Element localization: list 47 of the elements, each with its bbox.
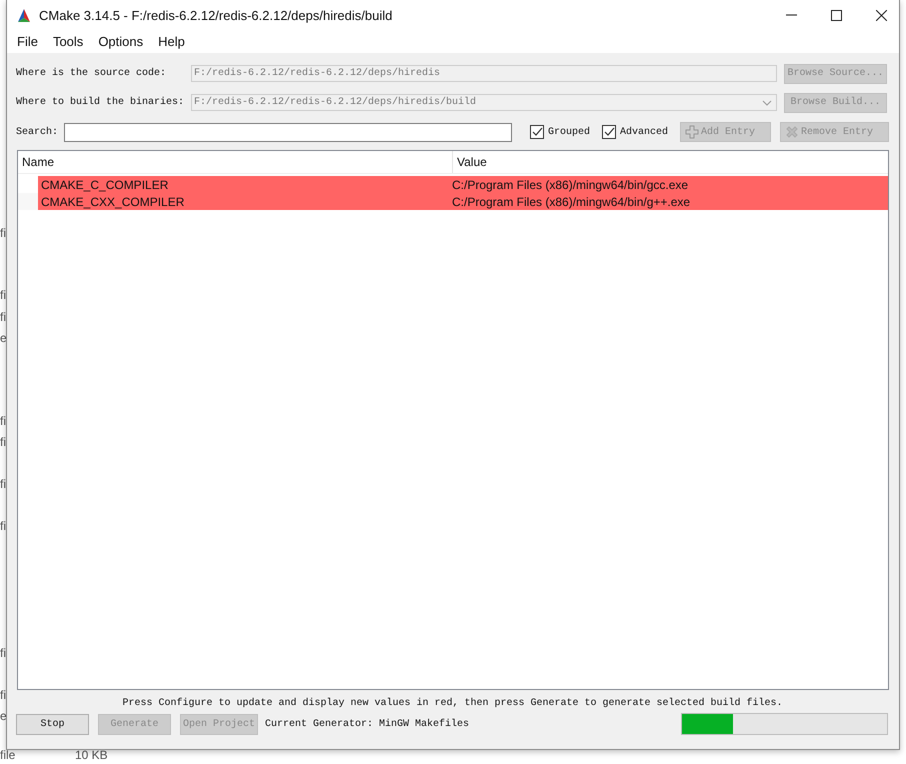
table-cell: C:/Program Files (x86)/mingw64/bin/g++.exe xyxy=(452,194,690,208)
table-row[interactable]: CMAKE_CXX_COMPILER C:/Program Files (x86)/mingw64/bin/g++.exe xyxy=(38,193,888,210)
table-cell-text: CMAKE_CXX_COMPILER xyxy=(40,194,186,208)
file-label-fragment: e xyxy=(0,331,7,345)
file-label-fragment: fi xyxy=(0,646,6,660)
checkbox[interactable] xyxy=(530,125,544,139)
checkbox-label: Grouped xyxy=(548,126,590,138)
checkmark-icon xyxy=(603,126,615,138)
column-header[interactable]: Value xyxy=(453,151,487,173)
file-label-fragment: fi xyxy=(0,688,6,702)
triangle-logo-icon xyxy=(17,8,31,22)
maximize-icon xyxy=(831,10,842,20)
field-label: Where to build the binaries: xyxy=(16,97,186,108)
file-size-text: 10 KB xyxy=(75,748,108,762)
plus-icon xyxy=(685,125,700,139)
search-label: Search: xyxy=(16,126,58,138)
menu-item[interactable]: Help xyxy=(151,34,192,49)
close-icon xyxy=(876,10,887,20)
x-icon xyxy=(785,125,800,139)
chevron-down-icon xyxy=(762,100,772,106)
file-label-fragment: fi xyxy=(0,435,6,449)
generator-text: Current Generator: MinGW Makefiles xyxy=(265,718,470,730)
action-button[interactable]: Stop xyxy=(16,714,89,734)
build-path-combo[interactable]: F:/redis-6.2.12/redis-6.2.12/deps/hiredis/build xyxy=(191,94,777,111)
field-label: Where is the source code: xyxy=(16,68,168,79)
file-type-text: file xyxy=(0,748,16,762)
menu-item[interactable]: File xyxy=(10,34,45,49)
checkbox-label: Advanced xyxy=(620,126,668,138)
search-field[interactable] xyxy=(64,122,512,142)
menu-item[interactable]: Options xyxy=(91,34,150,49)
table-row[interactable]: CMAKE_C_COMPILER C:/Program Files (x86)/mingw64/bin/gcc.exe xyxy=(38,176,888,193)
file-label-fragment: fi xyxy=(0,414,6,428)
file-label-fragment: fi xyxy=(0,477,6,491)
file-label-fragment: fi xyxy=(0,310,6,324)
file-label-fragment: fi xyxy=(0,226,6,240)
table-cell: C:/Program Files (x86)/mingw64/bin/gcc.exe xyxy=(452,178,688,192)
window-title: CMake 3.14.5 - F:/redis-6.2.12/redis-6.2.12/deps/hiredis/build xyxy=(39,8,394,22)
checkbox[interactable] xyxy=(602,125,616,139)
checkmark-icon xyxy=(530,126,543,138)
file-label-fragment: e xyxy=(0,709,7,723)
source-path-field[interactable]: F:/redis-6.2.12/redis-6.2.12/deps/hiredis xyxy=(191,65,777,82)
hint-text: Press Configure to update and display new values in red, then press Generate to generate selected build files. xyxy=(121,696,784,711)
file-label-fragment: fi xyxy=(0,519,6,533)
table-cell-text: CMAKE_C_COMPILER xyxy=(40,178,170,192)
column-header[interactable]: Name xyxy=(18,151,453,173)
file-label-fragment: fi xyxy=(0,288,6,302)
menu-item[interactable]: Tools xyxy=(46,34,90,49)
